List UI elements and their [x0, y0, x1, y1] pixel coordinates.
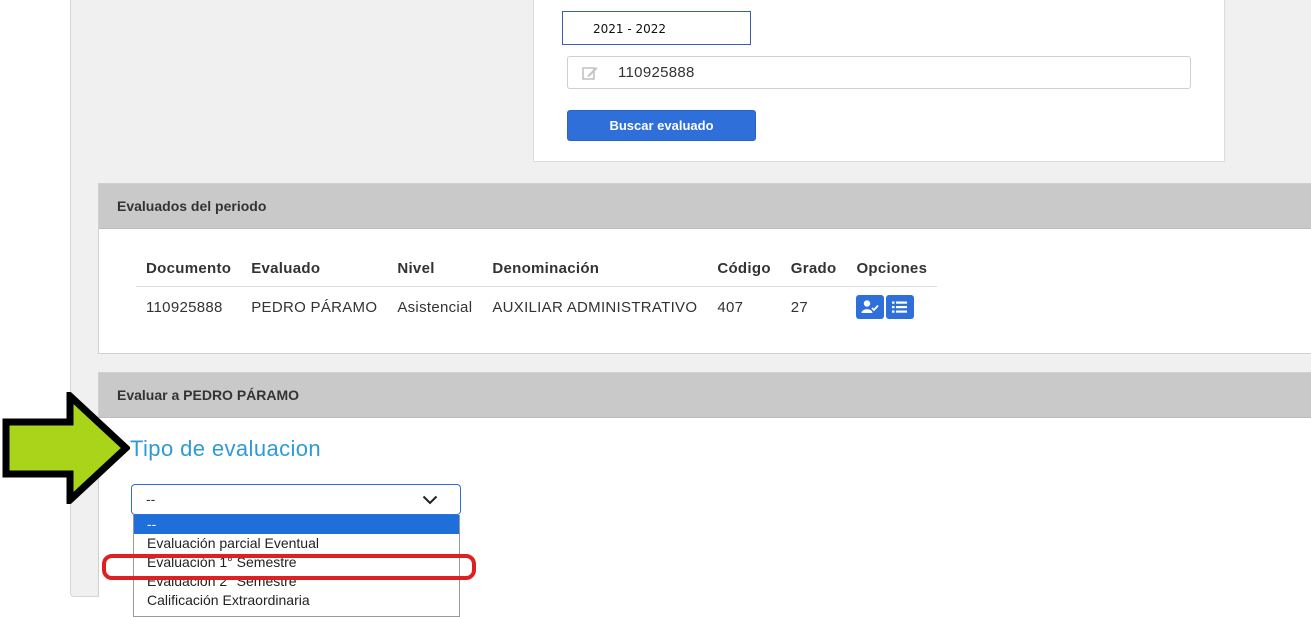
- column-header: Grado: [780, 252, 847, 287]
- evaluar-panel-title: Evaluar a PEDRO PÁRAMO: [99, 373, 1311, 418]
- document-search-input[interactable]: 110925888: [567, 56, 1191, 89]
- dropdown-option[interactable]: Evaluación parcial Eventual: [134, 534, 459, 553]
- cell-grado: 27: [790, 298, 809, 316]
- dropdown-option[interactable]: Evaluación 2° Semestre: [134, 572, 459, 591]
- tipo-evaluacion-dropdown: -- Evaluación parcial Eventual Evaluació…: [133, 515, 460, 617]
- cell-opciones: [846, 287, 937, 326]
- list-icon: [892, 301, 908, 313]
- table-row: 110925888 PEDRO PÁRAMO Asistencial AUXIL…: [136, 287, 937, 326]
- cell-documento: 110925888: [146, 298, 223, 316]
- dropdown-option[interactable]: Calificación Extraordinaria: [134, 591, 459, 610]
- dropdown-option[interactable]: Evaluación 1° Semestre: [134, 553, 459, 572]
- column-header: Código: [707, 252, 781, 287]
- dropdown-option[interactable]: --: [134, 515, 459, 534]
- cell-codigo: 407: [717, 298, 744, 316]
- user-check-icon: [861, 300, 880, 313]
- period-field[interactable]: 2021 - 2022: [562, 11, 751, 45]
- edit-icon: [582, 65, 598, 81]
- cell-evaluado: PEDRO PÁRAMO: [251, 298, 378, 316]
- cell-denominacion: AUXILIAR ADMINISTRATIVO: [492, 298, 698, 316]
- evaluados-table: Documento Evaluado Nivel Denominación Có…: [136, 252, 938, 326]
- tipo-evaluacion-heading: Tipo de evaluacion: [130, 436, 322, 461]
- tipo-evaluacion-select[interactable]: --: [131, 484, 461, 515]
- table-header-row: Documento Evaluado Nivel Denominación Có…: [136, 252, 938, 287]
- evaluate-user-button[interactable]: [856, 295, 885, 319]
- column-header: Nivel: [387, 252, 483, 287]
- select-value: --: [146, 491, 156, 507]
- green-arrow-icon: [2, 392, 130, 504]
- evaluados-panel-title: Evaluados del periodo: [99, 184, 1311, 229]
- column-header: Opciones: [846, 252, 938, 287]
- chevron-down-icon: [422, 495, 438, 505]
- document-value: 110925888: [618, 64, 695, 81]
- column-header: Documento: [136, 252, 242, 287]
- search-evaluado-button[interactable]: Buscar evaluado: [567, 110, 756, 141]
- column-header: Denominación: [482, 252, 708, 287]
- cell-nivel: Asistencial: [397, 298, 473, 316]
- column-header: Evaluado: [241, 252, 388, 287]
- list-evaluations-button[interactable]: [886, 295, 915, 319]
